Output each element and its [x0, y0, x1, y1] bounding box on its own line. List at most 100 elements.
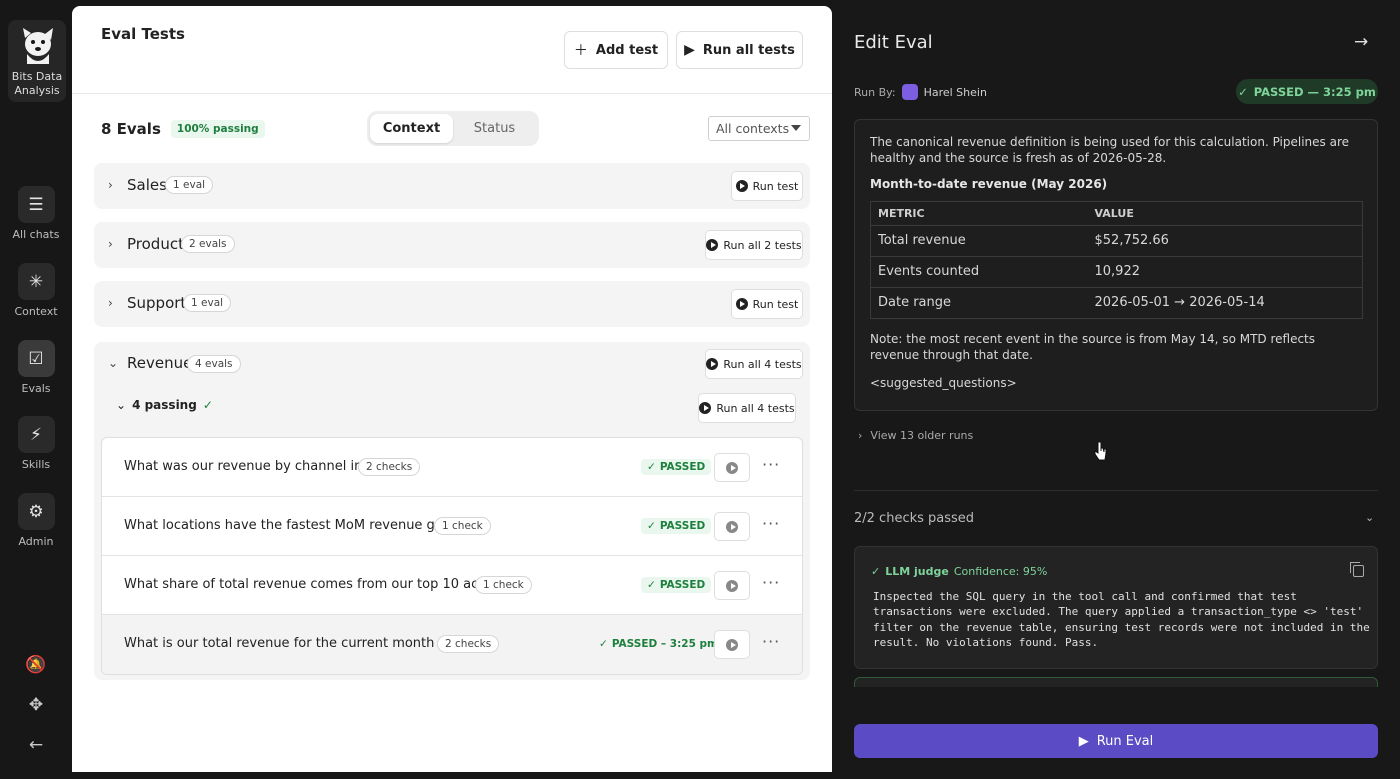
more-options-icon[interactable]: ··· — [762, 632, 780, 651]
check-icon: ✓ — [647, 579, 656, 591]
nav-admin-label: Admin — [18, 535, 54, 548]
test-row[interactable]: What was our revenue by channel in Q2? 2… — [102, 438, 802, 497]
segment-context[interactable]: Context — [370, 114, 453, 143]
group-product[interactable]: › Product 2 evals Run all 2 tests — [94, 222, 810, 268]
notifications-off-icon[interactable]: 🔕 — [0, 655, 72, 675]
answer-heading: Month-to-date revenue (May 2026) — [870, 177, 1108, 191]
status-badge: ✓ PASSED — [641, 459, 712, 475]
check-card-next — [854, 677, 1378, 687]
nav-admin[interactable]: ⚙ Admin — [0, 493, 72, 548]
nav-all-chats-label: All chats — [12, 228, 60, 241]
play-circle-icon — [706, 239, 719, 251]
run-test-button[interactable] — [714, 453, 750, 482]
status-badge: ✓ PASSED – 3:25 pm — [593, 636, 724, 652]
status-badge: ✓ PASSED — [641, 577, 712, 593]
nav-skills-label: Skills — [21, 458, 51, 471]
nav-evals[interactable]: ☑ Evals — [0, 340, 72, 395]
chevron-down-icon[interactable]: ⌄ — [108, 356, 118, 370]
run-all-passing-label: Run all 4 tests — [716, 401, 795, 415]
run-all-tests-button[interactable]: ▶ Run all tests — [676, 31, 803, 69]
run-eval-label: Run Eval — [1096, 733, 1154, 749]
older-runs-label: View 13 older runs — [870, 429, 974, 442]
table-row: Total revenue $52,752.66 — [870, 225, 1363, 257]
table-cell: 2026-05-01 → 2026-05-14 — [1094, 295, 1265, 310]
group-name: Support — [127, 294, 187, 312]
run-test-button[interactable]: Run test — [731, 289, 803, 319]
checks-pill: 2 checks — [358, 458, 421, 476]
play-circle-icon — [699, 402, 712, 414]
judge-reasoning: Inspected the SQL query in the tool call… — [873, 590, 1370, 649]
nav-skills[interactable]: ⚡ Skills — [0, 416, 72, 471]
run-test-button[interactable] — [714, 630, 750, 659]
close-panel-icon[interactable]: → — [1354, 32, 1368, 52]
test-row[interactable]: What locations have the fastest MoM reve… — [102, 497, 802, 556]
add-test-button[interactable]: ＋ Add test — [564, 31, 668, 69]
run-by: Run By: Harel Shein — [854, 84, 987, 100]
more-options-icon[interactable]: ··· — [762, 455, 780, 474]
table-cell: Date range — [878, 295, 952, 310]
app-logo[interactable]: Bits Data Analysis — [8, 20, 66, 102]
table-cell: Events counted — [870, 256, 1088, 288]
test-row-selected[interactable]: What is our total revenue for the curren… — [102, 615, 802, 674]
plus-icon: ＋ — [573, 43, 588, 59]
status-text: PASSED — [659, 461, 706, 473]
app-logo-label: Bits Data Analysis — [11, 70, 63, 97]
run-test-button[interactable]: Run test — [731, 171, 803, 201]
status-text: PASSED — [659, 520, 706, 532]
judge-header: ✓ LLM judge Confidence: 95% — [871, 565, 1047, 578]
add-test-label: Add test — [595, 42, 659, 58]
more-options-icon[interactable]: ··· — [762, 514, 780, 533]
eval-count-pill: 4 evals — [187, 355, 241, 373]
passing-subgroup-toggle[interactable]: ⌄ 4 passing ✓ — [116, 398, 213, 412]
run-all-group-button[interactable]: Run all 2 tests — [705, 230, 803, 260]
run-all-label: Run all 4 tests — [723, 357, 802, 371]
eval-count: 8 Evals — [101, 120, 161, 138]
play-circle-icon — [726, 520, 738, 533]
sliders-icon: ⚙ — [17, 493, 55, 530]
divider — [854, 490, 1378, 491]
eval-count-pill: 1 eval — [183, 294, 232, 312]
run-all-group-button[interactable]: Run all 4 tests — [705, 349, 803, 379]
answer-note: Note: the most recent event in the sourc… — [870, 332, 1316, 362]
test-row[interactable]: What share of total revenue comes from o… — [102, 556, 802, 615]
group-support[interactable]: › Support 1 eval Run test — [94, 281, 810, 327]
play-circle-icon — [726, 579, 738, 592]
checklist-icon: ☑ — [17, 340, 55, 377]
view-older-runs[interactable]: › View 13 older runs — [858, 429, 973, 442]
play-circle-icon — [735, 180, 748, 192]
nav-all-chats[interactable]: ☰ All chats — [0, 186, 72, 241]
mouse-cursor-icon — [1094, 441, 1107, 461]
chevron-down-icon[interactable]: ⌄ — [1365, 511, 1374, 524]
more-options-icon[interactable]: ··· — [762, 573, 780, 592]
run-eval-button[interactable]: ▶ Run Eval — [854, 724, 1378, 758]
left-rail: Bits Data Analysis ☰ All chats ✳ Context… — [0, 0, 72, 779]
run-test-button[interactable] — [714, 571, 750, 600]
check-card: ✓ LLM judge Confidence: 95% Inspected th… — [854, 546, 1378, 669]
nav-context-label: Context — [14, 305, 58, 318]
run-test-label: Run test — [752, 179, 799, 193]
main-header: Eval Tests ＋ Add test ▶ Run all tests — [72, 6, 832, 94]
run-all-tests-label: Run all tests — [702, 42, 795, 58]
group-sales[interactable]: › Sales 1 eval Run test — [94, 163, 810, 209]
slack-icon[interactable]: ✥ — [0, 695, 72, 715]
status-text: PASSED — 3:25 pm — [1253, 84, 1376, 99]
judge-name: LLM judge — [885, 565, 949, 578]
segment-status[interactable]: Status — [453, 114, 536, 143]
table-header-row: METRIC VALUE — [870, 201, 1363, 226]
back-arrow-icon[interactable]: ← — [0, 735, 72, 755]
group-name: Product — [127, 235, 184, 253]
play-icon: ▶ — [684, 42, 695, 58]
dog-logo-icon — [23, 28, 53, 64]
judge-confidence: Confidence: 95% — [953, 565, 1048, 578]
run-test-button[interactable] — [714, 512, 750, 541]
copy-icon[interactable] — [1350, 562, 1364, 577]
metrics-table: METRIC VALUE Total revenue $52,752.66 Ev… — [870, 201, 1363, 319]
play-circle-icon — [726, 461, 738, 474]
context-filter-select[interactable]: All contexts — [708, 116, 810, 141]
nav-context[interactable]: ✳ Context — [0, 263, 72, 318]
run-all-passing-button[interactable]: Run all 4 tests — [698, 393, 796, 423]
checks-header[interactable]: 2/2 checks passed — [854, 511, 974, 526]
play-circle-icon — [726, 638, 738, 651]
chevron-down-icon: ⌄ — [116, 398, 127, 412]
test-question: What locations have the fastest MoM reve… — [124, 518, 479, 533]
